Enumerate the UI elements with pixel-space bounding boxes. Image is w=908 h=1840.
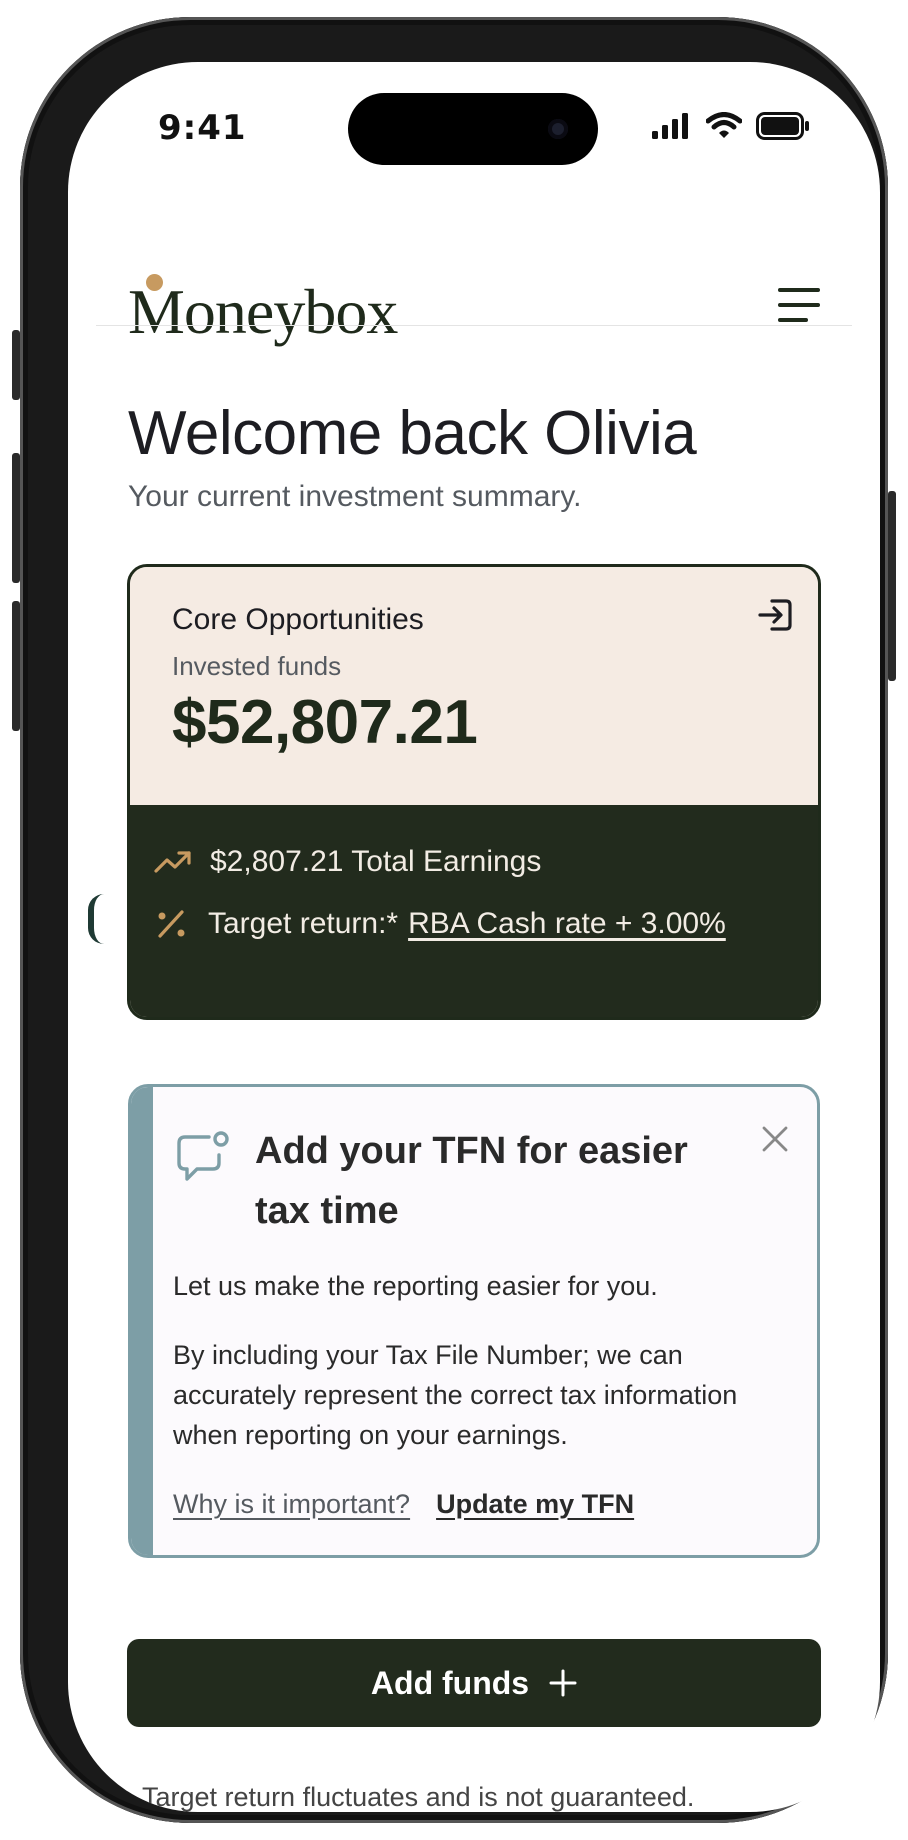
- fund-card[interactable]: Core Opportunities Invested funds $52,80…: [127, 564, 821, 1020]
- fund-card-bottom: $2,807.21 Total Earnings Target return:*…: [130, 805, 818, 1017]
- tfn-alert-description: By including your Tax File Number; we ca…: [173, 1340, 738, 1450]
- why-important-link[interactable]: Why is it important?: [173, 1489, 410, 1520]
- close-icon[interactable]: [761, 1125, 789, 1153]
- status-icons: [652, 112, 810, 140]
- tfn-alert-accent-bar: [131, 1087, 153, 1555]
- header-divider: [96, 325, 852, 326]
- dynamic-island: [348, 93, 598, 165]
- power-button: [888, 491, 896, 681]
- fund-card-top: Core Opportunities Invested funds $52,80…: [130, 567, 818, 805]
- add-funds-button[interactable]: Add funds: [127, 1639, 821, 1727]
- fund-name: Core Opportunities: [172, 603, 424, 636]
- invested-funds-value: $52,807.21: [172, 688, 478, 757]
- update-tfn-link[interactable]: Update my TFN: [436, 1489, 634, 1520]
- tfn-alert-links: Why is it important? Update my TFN: [173, 1489, 634, 1520]
- invested-funds-label: Invested funds: [172, 651, 342, 681]
- target-return-link[interactable]: RBA Cash rate + 3.00%: [408, 907, 726, 941]
- phone-frame: 9:41 Moneybox Welcome back Olivia Your c…: [12, 17, 896, 1823]
- wifi-icon: [706, 112, 742, 138]
- screen: 9:41 Moneybox Welcome back Olivia Your c…: [68, 62, 880, 1812]
- tfn-alert-title: Add your TFN for easier tax time: [255, 1130, 688, 1232]
- carousel-edge-peek: [88, 894, 104, 944]
- hamburger-menu-icon[interactable]: [778, 288, 820, 322]
- tfn-alert-card: Add your TFN for easier tax time Let us …: [128, 1084, 820, 1558]
- open-fund-icon[interactable]: [756, 595, 796, 635]
- add-funds-label: Add funds: [370, 1664, 530, 1701]
- tfn-alert-text: Let us make the reporting easier for you…: [173, 1271, 658, 1301]
- chat-notification-icon: [177, 1131, 229, 1181]
- volume-up-button: [12, 453, 20, 583]
- page-title: Welcome back Olivia: [128, 399, 697, 468]
- status-time: 9:41: [158, 108, 247, 148]
- total-earnings-text: $2,807.21 Total Earnings: [210, 845, 542, 878]
- percent-icon: [158, 910, 185, 938]
- target-return-label: Target return:*: [208, 907, 399, 940]
- moneybox-logo[interactable]: Moneybox: [128, 280, 398, 344]
- app-header: Moneybox: [68, 212, 880, 344]
- volume-down-button: [12, 601, 20, 731]
- disclaimer-text: Target return fluctuates and is not guar…: [142, 1782, 695, 1812]
- trending-up-icon: [154, 851, 191, 873]
- action-button: [12, 330, 20, 400]
- target-return-row: Target return:* RBA Cash rate + 3.00%: [154, 907, 726, 941]
- plus-icon: [549, 1669, 577, 1697]
- cellular-signal-icon: [652, 113, 688, 139]
- total-earnings-row: $2,807.21 Total Earnings: [154, 845, 541, 879]
- page-subtitle: Your current investment summary.: [128, 480, 582, 513]
- battery-icon: [756, 112, 809, 140]
